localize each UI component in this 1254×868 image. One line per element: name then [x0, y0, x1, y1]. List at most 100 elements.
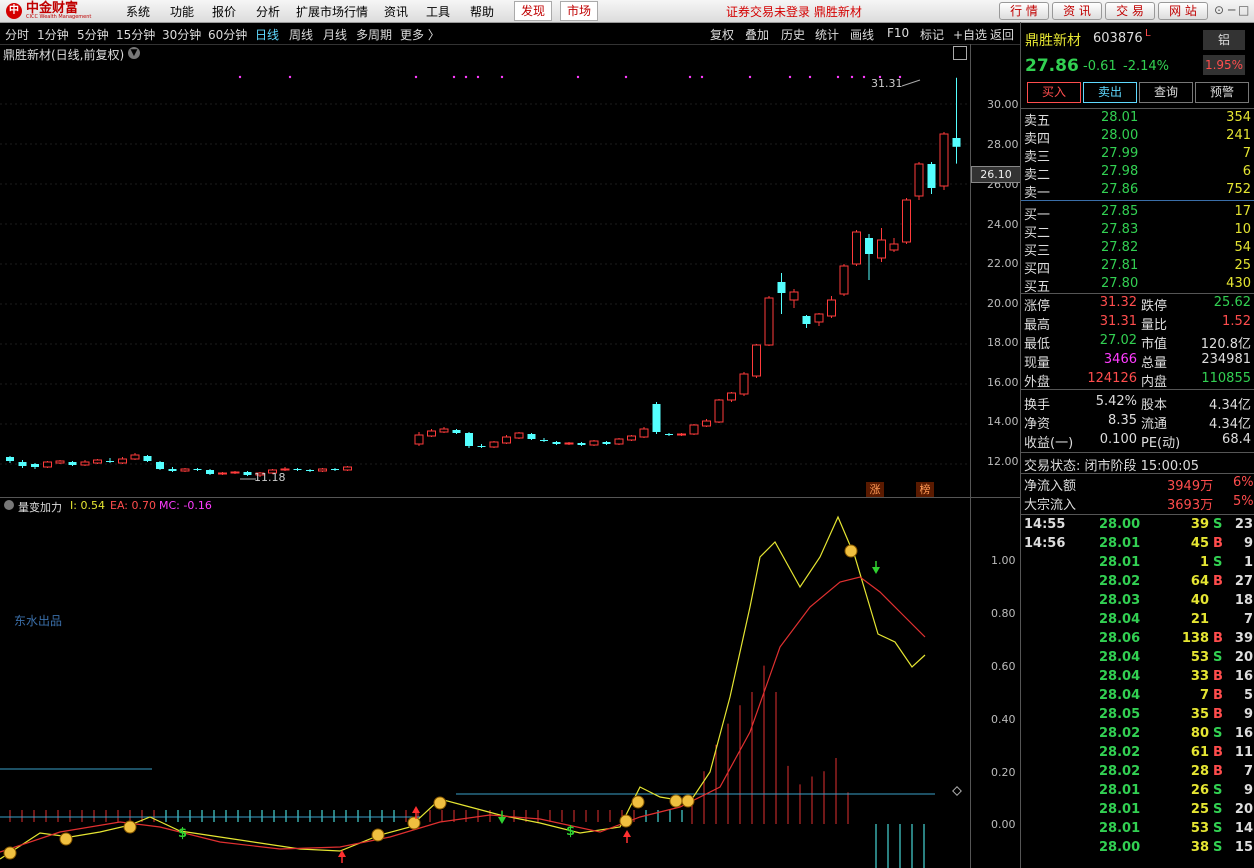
ask-row[interactable]: 卖一 27.86 752 [1021, 182, 1254, 201]
money-bag-icon [669, 794, 683, 808]
indicator-name: 量变加力 [18, 501, 62, 514]
tool-add-favorite[interactable]: +自选 [953, 26, 987, 43]
maximize-icon[interactable]: □ [1238, 3, 1249, 17]
query-button[interactable]: 查询 [1139, 82, 1193, 103]
period-weekly[interactable]: 周线 [289, 26, 313, 43]
level-price: 28.01 [1101, 110, 1139, 125]
sell-button[interactable]: 卖出 [1083, 82, 1137, 103]
period-60min[interactable]: 60分钟 [208, 26, 247, 43]
menu-system[interactable]: 系统 [126, 3, 150, 20]
bid-row[interactable]: 买五 27.80 430 [1021, 276, 1254, 295]
candle-body [802, 316, 811, 324]
menu-quote[interactable]: 报价 [212, 3, 236, 20]
quote-button[interactable]: 行 情 [999, 2, 1049, 20]
menu-news[interactable]: 资讯 [384, 3, 408, 20]
maximize-chart-icon[interactable] [953, 46, 967, 60]
indicator-ea-line [0, 576, 926, 853]
buy-button[interactable]: 买入 [1027, 82, 1081, 103]
level-volume: 354 [1226, 110, 1251, 125]
signal-dot [836, 75, 840, 79]
minimize-icon[interactable]: ─ [1228, 3, 1235, 17]
menu-function[interactable]: 功能 [170, 3, 194, 20]
chevron-down-icon[interactable]: ▼ [128, 47, 140, 59]
news-button[interactable]: 资 讯 [1052, 2, 1102, 20]
tick-side: B [1213, 764, 1223, 779]
candle-body [677, 433, 686, 436]
period-daily[interactable]: 日线 [255, 26, 279, 43]
tool-mark[interactable]: 标记 [920, 26, 944, 43]
settings-icon[interactable]: ⊙ [1214, 3, 1224, 17]
candle-body [789, 291, 799, 301]
tick-volume: 26 [1190, 783, 1209, 798]
candle-body [652, 404, 661, 432]
ask-row[interactable]: 卖四 28.00 241 [1021, 128, 1254, 147]
menu-help[interactable]: 帮助 [470, 3, 494, 20]
bid-row[interactable]: 买一 27.85 17 [1021, 204, 1254, 223]
level-label: 买二 [1024, 226, 1051, 241]
tool-draw[interactable]: 画线 [850, 26, 874, 43]
indicator-menu-icon[interactable] [4, 500, 14, 510]
menu-discover[interactable]: 发现 [514, 1, 553, 21]
level-label: 买三 [1024, 244, 1051, 259]
website-button[interactable]: 网 站 [1158, 2, 1208, 20]
ask-row[interactable]: 卖二 27.98 6 [1021, 164, 1254, 183]
bid-row[interactable]: 买四 27.81 25 [1021, 258, 1254, 277]
tick-volume: 33 [1190, 669, 1209, 684]
tick-list[interactable]: 14:55 28.00 39 S 23 14:56 28.01 45 B 9 28… [1021, 517, 1254, 867]
period-multi[interactable]: 多周期 [356, 26, 392, 43]
candle-body [465, 433, 473, 446]
tool-adjust[interactable]: 复权 [710, 26, 734, 43]
period-more[interactable]: 更多 〉 [400, 26, 440, 43]
indicator-svg[interactable]: $ $ [0, 497, 970, 868]
limit-up-marker[interactable]: 涨 [866, 482, 884, 497]
menu-analysis[interactable]: 分析 [256, 3, 280, 20]
signal-dot [576, 75, 580, 79]
candle-body [952, 138, 961, 147]
rank-marker[interactable]: 榜 [916, 482, 934, 497]
period-5min[interactable]: 5分钟 [77, 26, 109, 43]
period-30min[interactable]: 30分钟 [162, 26, 201, 43]
tick-count: 23 [1234, 517, 1253, 532]
sector-tag[interactable]: 铝 [1203, 30, 1245, 50]
tool-back[interactable]: 返回 [990, 26, 1014, 43]
candlestick-svg[interactable] [0, 44, 970, 497]
menu-market[interactable]: 市场 [560, 1, 599, 21]
tick-price: 28.04 [1099, 612, 1141, 627]
bid-row[interactable]: 买二 27.83 10 [1021, 222, 1254, 241]
period-intraday[interactable]: 分时 [5, 26, 29, 43]
stat-label: 外盘 [1024, 375, 1051, 390]
candle-body [180, 468, 190, 472]
level-label: 卖二 [1024, 168, 1051, 183]
candle-body [230, 471, 240, 474]
ask-row[interactable]: 卖三 27.99 7 [1021, 146, 1254, 165]
tool-overlay[interactable]: 叠加 [745, 26, 769, 43]
candle-body [68, 462, 77, 465]
candle-body [306, 470, 314, 471]
tool-history[interactable]: 历史 [781, 26, 805, 43]
period-15min[interactable]: 15分钟 [116, 26, 155, 43]
tool-f10[interactable]: F10 [887, 26, 909, 40]
period-monthly[interactable]: 月线 [323, 26, 347, 43]
price-change: -0.61 [1083, 59, 1117, 74]
candle-body [427, 430, 436, 437]
menu-extended-market[interactable]: 扩展市场行情 [296, 3, 368, 20]
tick-row: 28.03 40 18 [1021, 593, 1254, 611]
y-tick: 0.40 [991, 713, 1016, 726]
candle-body [727, 392, 736, 401]
trade-button[interactable]: 交 易 [1105, 2, 1155, 20]
tick-row: 28.04 33 B 16 [1021, 669, 1254, 687]
y-tick: 1.00 [991, 554, 1016, 567]
menu-tools[interactable]: 工具 [426, 3, 450, 20]
candlestick-chart[interactable] [0, 44, 970, 497]
candle-body [55, 460, 65, 464]
alert-button[interactable]: 预警 [1195, 82, 1249, 103]
order-book: 卖五 28.01 354 卖四 28.00 241 卖三 27.99 7 卖二 27.… [1021, 110, 1254, 295]
bid-row[interactable]: 买三 27.82 54 [1021, 240, 1254, 259]
tool-stats[interactable]: 统计 [815, 26, 839, 43]
indicator-panel[interactable]: $ $ [0, 497, 970, 868]
period-1min[interactable]: 1分钟 [37, 26, 69, 43]
tick-price: 28.01 [1099, 536, 1141, 551]
level-price: 27.82 [1101, 240, 1139, 255]
ask-row[interactable]: 卖五 28.01 354 [1021, 110, 1254, 129]
stat-value: 31.32 [1099, 295, 1137, 310]
